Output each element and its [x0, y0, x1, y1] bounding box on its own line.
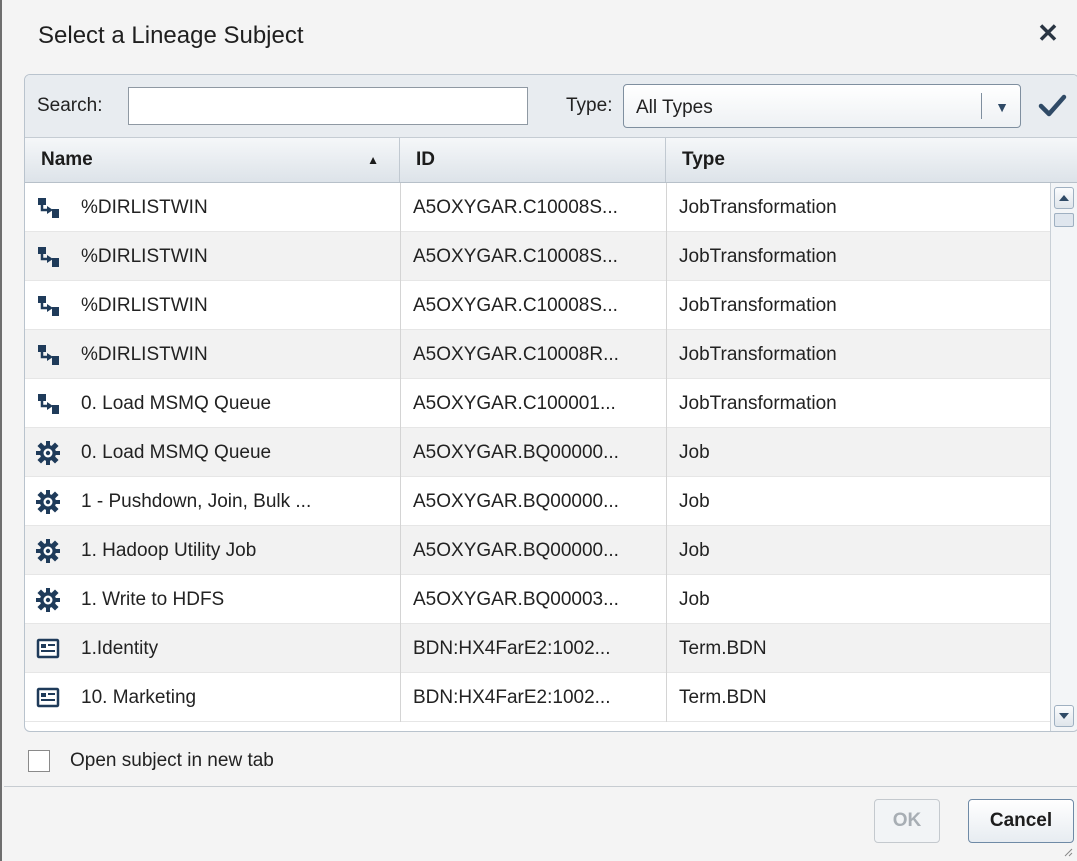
scroll-up-button[interactable] [1054, 187, 1074, 209]
cell-name: 1. Write to HDFS [81, 589, 225, 610]
cell-name: 1. Hadoop Utility Job [81, 540, 257, 561]
cell-type: Term.BDN [666, 673, 1050, 722]
cell-id: A5OXYGAR.BQ00000... [400, 526, 666, 575]
table-row[interactable]: 1.Identity BDN:HX4FarE2:1002... Term.BDN [25, 624, 1050, 673]
table-row[interactable]: 1 - Pushdown, Join, Bulk ... A5OXYGAR.BQ0… [25, 477, 1050, 526]
open-in-new-tab-checkbox[interactable] [28, 750, 50, 772]
table-row[interactable]: 10. Marketing BDN:HX4FarE2:1002... Term.BD… [25, 673, 1050, 722]
cell-name: 1 - Pushdown, Join, Bulk ... [81, 491, 312, 512]
cell-name: %DIRLISTWIN [81, 295, 208, 316]
search-toolbar: Search: Type: All Types ▼ [25, 75, 1077, 138]
ok-button[interactable]: OK [874, 799, 940, 843]
open-in-new-tab-label: Open subject in new tab [70, 750, 274, 771]
cell-name: 10. Marketing [81, 687, 197, 708]
scroll-thumb[interactable] [1054, 213, 1074, 227]
cell-id: BDN:HX4FarE2:1002... [400, 624, 666, 673]
cell-id: A5OXYGAR.C10008S... [400, 183, 666, 232]
search-input[interactable] [128, 87, 528, 125]
cell-name: 1.Identity [81, 638, 159, 659]
cell-id: A5OXYGAR.BQ00003... [400, 575, 666, 624]
column-header-id-label: ID [416, 149, 435, 170]
resize-grip-icon[interactable] [1063, 847, 1073, 857]
cell-name: %DIRLISTWIN [81, 246, 208, 267]
column-header-name[interactable]: Name ▲ [25, 138, 400, 182]
subject-table-body: %DIRLISTWIN A5OXYGAR.C10008S... JobTransfo… [25, 183, 1050, 731]
vertical-scrollbar[interactable] [1050, 183, 1077, 731]
table-row[interactable]: %DIRLISTWIN A5OXYGAR.C10008S... JobTransfo… [25, 281, 1050, 330]
cell-name: 0. Load MSMQ Queue [81, 393, 272, 414]
table-row[interactable]: %DIRLISTWIN A5OXYGAR.C10008S... JobTransfo… [25, 232, 1050, 281]
table-row[interactable]: 0. Load MSMQ Queue A5OXYGAR.C100001... Job… [25, 379, 1050, 428]
chevron-down-icon[interactable]: ▼ [995, 99, 1009, 115]
column-header-name-label: Name [41, 149, 93, 170]
table-row[interactable]: 1. Hadoop Utility Job A5OXYGAR.BQ00000...… [25, 526, 1050, 575]
cell-id: A5OXYGAR.C10008S... [400, 232, 666, 281]
cell-id: A5OXYGAR.C10008S... [400, 281, 666, 330]
cell-id: A5OXYGAR.BQ00000... [400, 428, 666, 477]
cell-id: BDN:HX4FarE2:1002... [400, 673, 666, 722]
cell-type: Job [666, 477, 1050, 526]
cell-name: 0. Load MSMQ Queue [81, 442, 272, 463]
dialog-titlebar[interactable]: Select a Lineage Subject ✕ [4, 0, 1077, 74]
checkmark-icon[interactable] [1035, 85, 1069, 125]
table-row[interactable]: %DIRLISTWIN A5OXYGAR.C10008R... JobTransfo… [25, 330, 1050, 379]
cell-name: %DIRLISTWIN [81, 344, 208, 365]
type-select-value: All Types [636, 97, 713, 118]
search-label: Search: [37, 95, 103, 116]
scroll-down-button[interactable] [1054, 705, 1074, 727]
sort-ascending-icon: ▲ [367, 153, 379, 167]
column-header-type[interactable]: Type [666, 138, 1077, 182]
column-header-id[interactable]: ID [400, 138, 666, 182]
type-label: Type: [566, 95, 613, 116]
column-header-type-label: Type [682, 149, 725, 170]
dialog-footer: OK Cancel [4, 786, 1077, 861]
cell-name: %DIRLISTWIN [81, 197, 208, 218]
table-row[interactable]: %DIRLISTWIN A5OXYGAR.C10008S... JobTransfo… [25, 183, 1050, 232]
type-select[interactable]: All Types ▼ [623, 84, 1021, 128]
cell-id: A5OXYGAR.BQ00000... [400, 477, 666, 526]
cell-type: JobTransformation [666, 330, 1050, 379]
cell-type: JobTransformation [666, 183, 1050, 232]
select-divider [981, 93, 982, 119]
lineage-subject-dialog: Select a Lineage Subject ✕ Search: Type:… [0, 0, 1077, 861]
cell-id: A5OXYGAR.C100001... [400, 379, 666, 428]
cell-type: Job [666, 526, 1050, 575]
cell-type: Term.BDN [666, 624, 1050, 673]
cell-type: Job [666, 575, 1050, 624]
cell-id: A5OXYGAR.C10008R... [400, 330, 666, 379]
subject-panel: Search: Type: All Types ▼ Name ▲ ID Type… [24, 74, 1077, 732]
close-icon[interactable]: ✕ [1033, 18, 1063, 48]
cancel-button[interactable]: Cancel [968, 799, 1074, 843]
cell-type: Job [666, 428, 1050, 477]
table-row[interactable]: 0. Load MSMQ Queue A5OXYGAR.BQ00000... Job [25, 428, 1050, 477]
table-row[interactable]: 1. Write to HDFS A5OXYGAR.BQ00003... Job [25, 575, 1050, 624]
cell-type: JobTransformation [666, 379, 1050, 428]
dialog-title: Select a Lineage Subject [38, 22, 304, 49]
table-header: Name ▲ ID Type [25, 138, 1077, 183]
cell-type: JobTransformation [666, 232, 1050, 281]
cell-type: JobTransformation [666, 281, 1050, 330]
